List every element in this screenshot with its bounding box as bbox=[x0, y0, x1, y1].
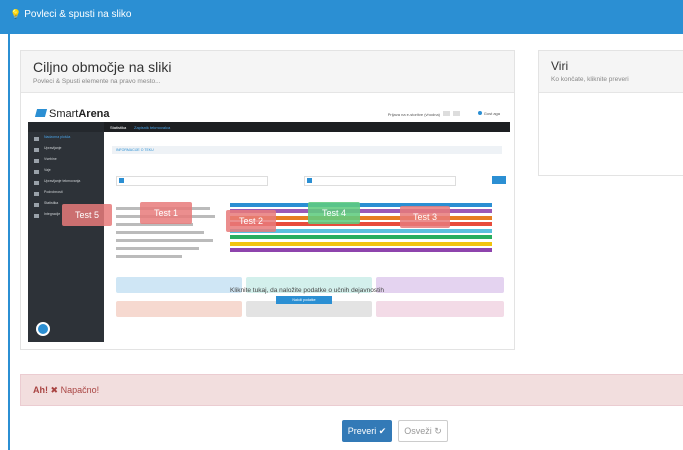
image-sidebar-item: Vaje bbox=[34, 168, 98, 176]
refresh-button-label: Osveži bbox=[404, 426, 432, 436]
menu-icon bbox=[34, 181, 39, 185]
image-filter-button bbox=[492, 176, 506, 184]
menu-icon bbox=[34, 214, 39, 218]
image-sidebar-item: Upravljanje tekmovanja bbox=[34, 179, 98, 187]
image-user: Gost aga bbox=[477, 111, 500, 116]
page-title: Povleci & spusti na sliko bbox=[24, 9, 132, 20]
image-date-field bbox=[116, 176, 268, 186]
image-sidebar-item-label: Nadzorna plošča bbox=[44, 135, 71, 139]
page-header: 💡 Povleci & spusti na sliko bbox=[0, 0, 683, 34]
sources-panel[interactable]: Viri Ko končate, kliknite preveri bbox=[538, 50, 683, 176]
drag-chip-test4[interactable]: Test 4 bbox=[308, 202, 360, 224]
menu-icon bbox=[34, 203, 39, 207]
x-icon: ✖ bbox=[50, 385, 59, 395]
image-sidebar-item-label: Podrobnosti bbox=[44, 190, 63, 194]
image-sidebar-item-label: Statistika bbox=[44, 201, 59, 205]
image-load-button: Naloži podatke bbox=[276, 296, 332, 304]
image-bar bbox=[230, 248, 492, 252]
check-button-label: Preveri bbox=[347, 426, 377, 436]
image-sidebar-item: Upravljanje bbox=[34, 146, 98, 154]
image-date-field bbox=[304, 176, 456, 186]
image-sidebar-item: Podrobnosti bbox=[34, 190, 98, 198]
image-badge-icon bbox=[443, 111, 450, 116]
calendar-icon bbox=[307, 178, 312, 183]
menu-icon bbox=[34, 192, 39, 196]
image-tab-active: Statistika bbox=[110, 125, 127, 130]
image-bar bbox=[230, 241, 492, 246]
left-accent-bar bbox=[8, 34, 10, 450]
sources-panel-title: Viri bbox=[551, 59, 569, 73]
image-sidebar-item-label: Integracije bbox=[44, 212, 61, 216]
menu-icon bbox=[34, 159, 39, 163]
sources-panel-header: Viri Ko končate, kliknite preveri bbox=[539, 51, 683, 93]
alert-prefix: Ah! bbox=[33, 385, 48, 395]
check-button[interactable]: Preveri ✔ bbox=[342, 420, 392, 442]
refresh-icon: ↻ bbox=[434, 425, 442, 436]
drag-chip-test3[interactable]: Test 3 bbox=[400, 206, 450, 228]
image-content: INFORMACIJE O TEKU bbox=[104, 132, 510, 342]
refresh-button[interactable]: Osveži ↻ bbox=[398, 420, 448, 442]
alert-text: Napačno! bbox=[60, 385, 100, 395]
error-alert: Ah! ✖ Napačno! bbox=[20, 374, 683, 406]
image-top-link: Prijava na e-storitve (vhodna) bbox=[387, 112, 440, 117]
image-sidebar-item-label: Vaje bbox=[44, 168, 51, 172]
image-sidebar-item-label: Upravljanje bbox=[44, 146, 62, 150]
image-load-message: Kliknite tukaj, da naložite podatke o uč… bbox=[230, 287, 384, 294]
drag-chip-test1[interactable]: Test 1 bbox=[140, 202, 192, 224]
menu-icon bbox=[34, 170, 39, 174]
image-section-title: INFORMACIJE O TEKU bbox=[112, 146, 502, 154]
smartarena-logo: SmartArena bbox=[34, 108, 110, 120]
menu-icon bbox=[34, 137, 39, 141]
user-icon bbox=[477, 111, 482, 115]
image-sidebar: Nadzorna plošča Upravljanje Vsebine Vaje Upr… bbox=[28, 122, 104, 342]
calendar-icon bbox=[119, 178, 124, 183]
image-tabbar: Statistika Zapisnik tekmovalca bbox=[104, 122, 510, 132]
sources-panel-subtitle: Ko končate, kliknite preveri bbox=[551, 76, 629, 83]
lightbulb-icon: 💡 bbox=[10, 9, 22, 19]
target-image[interactable]: SmartArena Prijava na e-storitve (vhodna… bbox=[28, 106, 510, 342]
logo-text-light: Smart bbox=[49, 108, 79, 120]
logo-text-bold: Arena bbox=[78, 108, 110, 120]
drag-chip-test5[interactable]: Test 5 bbox=[62, 204, 112, 226]
image-sidebar-item: Nadzorna plošča bbox=[34, 135, 98, 143]
image-sidebar-item: Vsebine bbox=[34, 157, 98, 165]
image-sidebar-item-label: Upravljanje tekmovanja bbox=[44, 179, 81, 183]
target-panel-header: Ciljno območje na sliki Povleci & Spusti… bbox=[21, 51, 514, 93]
menu-icon bbox=[34, 148, 39, 152]
image-fab-icon bbox=[36, 322, 50, 336]
image-tile bbox=[376, 301, 504, 317]
image-badge-icon bbox=[453, 111, 460, 116]
image-user-name: Gost aga bbox=[483, 111, 500, 116]
drag-chip-test2[interactable]: Test 2 bbox=[226, 210, 276, 232]
image-bar bbox=[230, 202, 492, 207]
logo-mark-icon bbox=[34, 109, 48, 117]
image-tab-other: Zapisnik tekmovalca bbox=[134, 125, 171, 130]
checkmark-icon: ✔ bbox=[378, 425, 387, 436]
image-bar bbox=[230, 235, 492, 239]
image-tile bbox=[116, 301, 242, 317]
image-sidebar-item-label: Vsebine bbox=[44, 157, 57, 161]
image-sidebar-search bbox=[28, 122, 104, 132]
target-panel-subtitle: Povleci & Spusti elemente na pravo mesto… bbox=[33, 78, 161, 85]
target-panel-title: Ciljno območje na sliki bbox=[33, 59, 172, 75]
